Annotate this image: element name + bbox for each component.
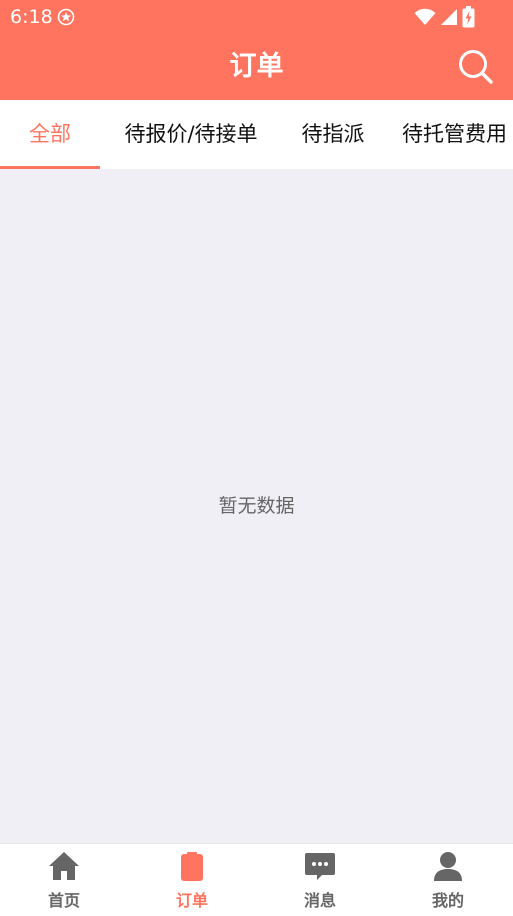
message-icon bbox=[305, 853, 335, 880]
status-icons bbox=[414, 6, 475, 28]
nav-item-orders[interactable]: 订单 bbox=[128, 844, 256, 916]
clipboard-icon bbox=[181, 852, 203, 881]
nav-item-home[interactable]: 首页 bbox=[0, 844, 128, 916]
tab-pending-escrow[interactable]: 待托管费用 bbox=[402, 100, 513, 169]
user-icon bbox=[434, 852, 462, 881]
nav-label-orders: 订单 bbox=[175, 891, 208, 910]
order-screen: 6:18 订单 全部 待报价/待接单 待指派 待托管费用 暂无数据 首页 订单 … bbox=[0, 0, 513, 916]
order-status-tabs: 全部 待报价/待接单 待指派 待托管费用 bbox=[0, 100, 513, 169]
nav-label-profile: 我的 bbox=[431, 891, 464, 910]
tab-all[interactable]: 全部 bbox=[0, 100, 100, 169]
nav-item-messages[interactable]: 消息 bbox=[256, 844, 384, 916]
battery-charging-icon bbox=[462, 6, 475, 28]
nav-label-messages: 消息 bbox=[303, 891, 336, 910]
app-badge-icon bbox=[57, 8, 75, 26]
nav-item-profile[interactable]: 我的 bbox=[384, 844, 512, 916]
search-icon bbox=[459, 50, 493, 84]
nav-label-home: 首页 bbox=[47, 891, 80, 910]
home-icon bbox=[49, 852, 79, 880]
app-bar: 订单 bbox=[0, 34, 513, 100]
wifi-icon bbox=[414, 8, 436, 25]
status-bar: 6:18 bbox=[0, 0, 513, 34]
tab-pending-quote[interactable]: 待报价/待接单 bbox=[110, 100, 272, 169]
empty-state-text: 暂无数据 bbox=[218, 495, 295, 517]
bottom-nav: 首页 订单 消息 我的 bbox=[0, 843, 513, 916]
status-time: 6:18 bbox=[10, 6, 53, 28]
page-title: 订单 bbox=[229, 51, 284, 82]
order-list: 暂无数据 bbox=[0, 169, 513, 843]
cellular-signal-icon bbox=[441, 9, 457, 25]
tab-pending-assign[interactable]: 待指派 bbox=[290, 100, 376, 169]
search-button[interactable] bbox=[457, 48, 495, 86]
